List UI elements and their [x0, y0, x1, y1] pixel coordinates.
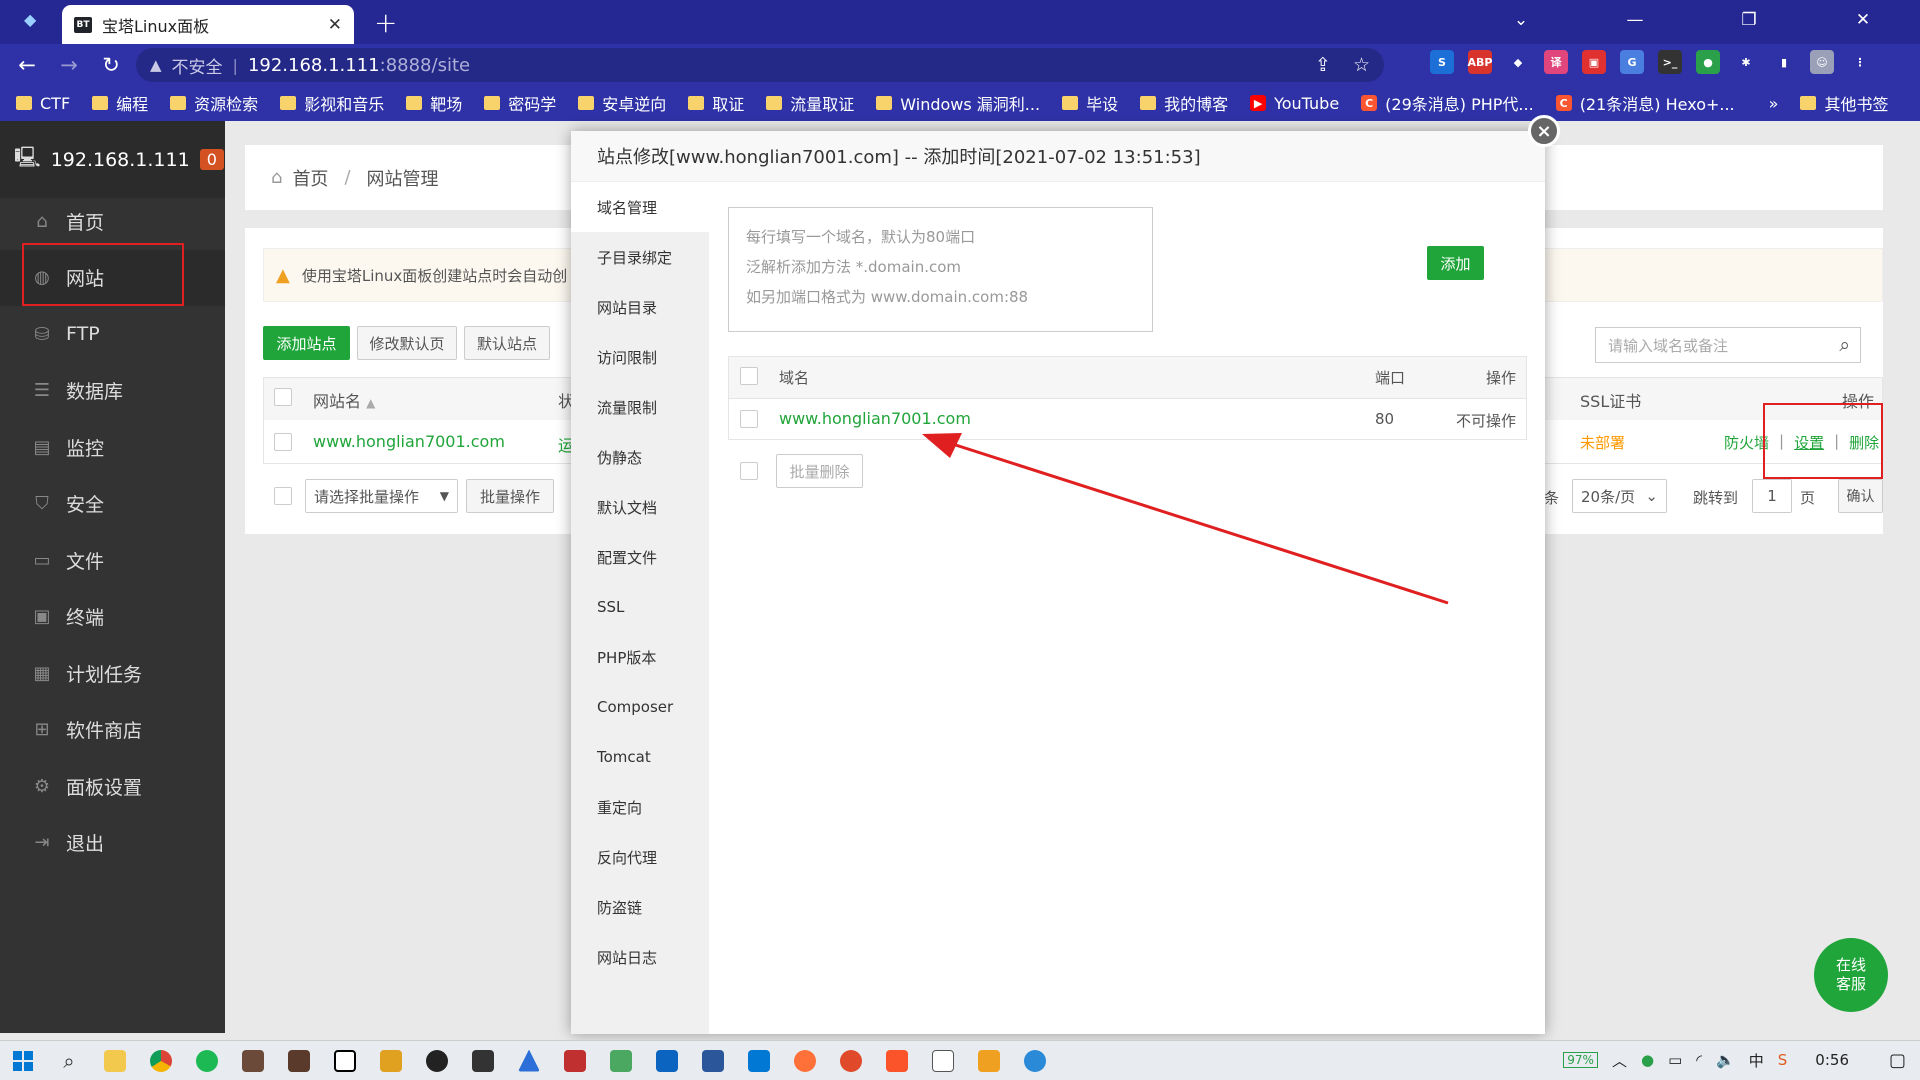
notion-icon[interactable] — [322, 1041, 368, 1080]
typora-icon[interactable] — [920, 1041, 966, 1080]
brave-icon[interactable] — [874, 1041, 920, 1080]
app-icon[interactable] — [598, 1041, 644, 1080]
network-app-icon[interactable] — [1012, 1041, 1058, 1080]
vscode-icon[interactable] — [736, 1041, 782, 1080]
ime-indicator[interactable]: 中 — [1749, 1050, 1764, 1071]
system-tray: 97% ︿ ● ▭ ◜ 🔈 中 S 0:56 ▢ — [1563, 1040, 1906, 1080]
online-support-button[interactable]: 在线 客服 — [1814, 938, 1888, 1012]
dnspy-icon[interactable] — [368, 1041, 414, 1080]
annotation-arrow — [922, 433, 1449, 605]
app-icon[interactable] — [552, 1041, 598, 1080]
app-icon[interactable] — [276, 1041, 322, 1080]
app-icon[interactable] — [506, 1041, 552, 1080]
chevron-up-icon[interactable]: ︿ — [1612, 1050, 1627, 1071]
wifi-icon[interactable]: ◜ — [1696, 1051, 1702, 1069]
clock[interactable]: 0:56 — [1815, 1051, 1849, 1069]
file-explorer-icon[interactable] — [92, 1041, 138, 1080]
app-icon[interactable] — [230, 1041, 276, 1080]
spotify-icon[interactable] — [184, 1041, 230, 1080]
terminal-app-icon[interactable] — [460, 1041, 506, 1080]
sogou-icon[interactable]: S — [1778, 1051, 1788, 1069]
firefox-icon[interactable] — [782, 1041, 828, 1080]
app-icon[interactable] — [828, 1041, 874, 1080]
volume-icon[interactable]: 🔈 — [1716, 1051, 1735, 1069]
windows-start-icon[interactable] — [0, 1041, 46, 1080]
word-icon[interactable] — [690, 1041, 736, 1080]
battery-icon[interactable]: ▭ — [1668, 1051, 1682, 1069]
app-icon[interactable] — [966, 1041, 1012, 1080]
chrome-icon[interactable] — [138, 1041, 184, 1080]
github-icon[interactable] — [414, 1041, 460, 1080]
outlook-icon[interactable] — [644, 1041, 690, 1080]
battery-indicator[interactable]: 97% — [1563, 1052, 1598, 1068]
search-icon[interactable]: ⌕ — [46, 1041, 92, 1080]
notification-icon[interactable]: ▢ — [1889, 1050, 1906, 1071]
wechat-icon[interactable]: ● — [1641, 1051, 1654, 1069]
